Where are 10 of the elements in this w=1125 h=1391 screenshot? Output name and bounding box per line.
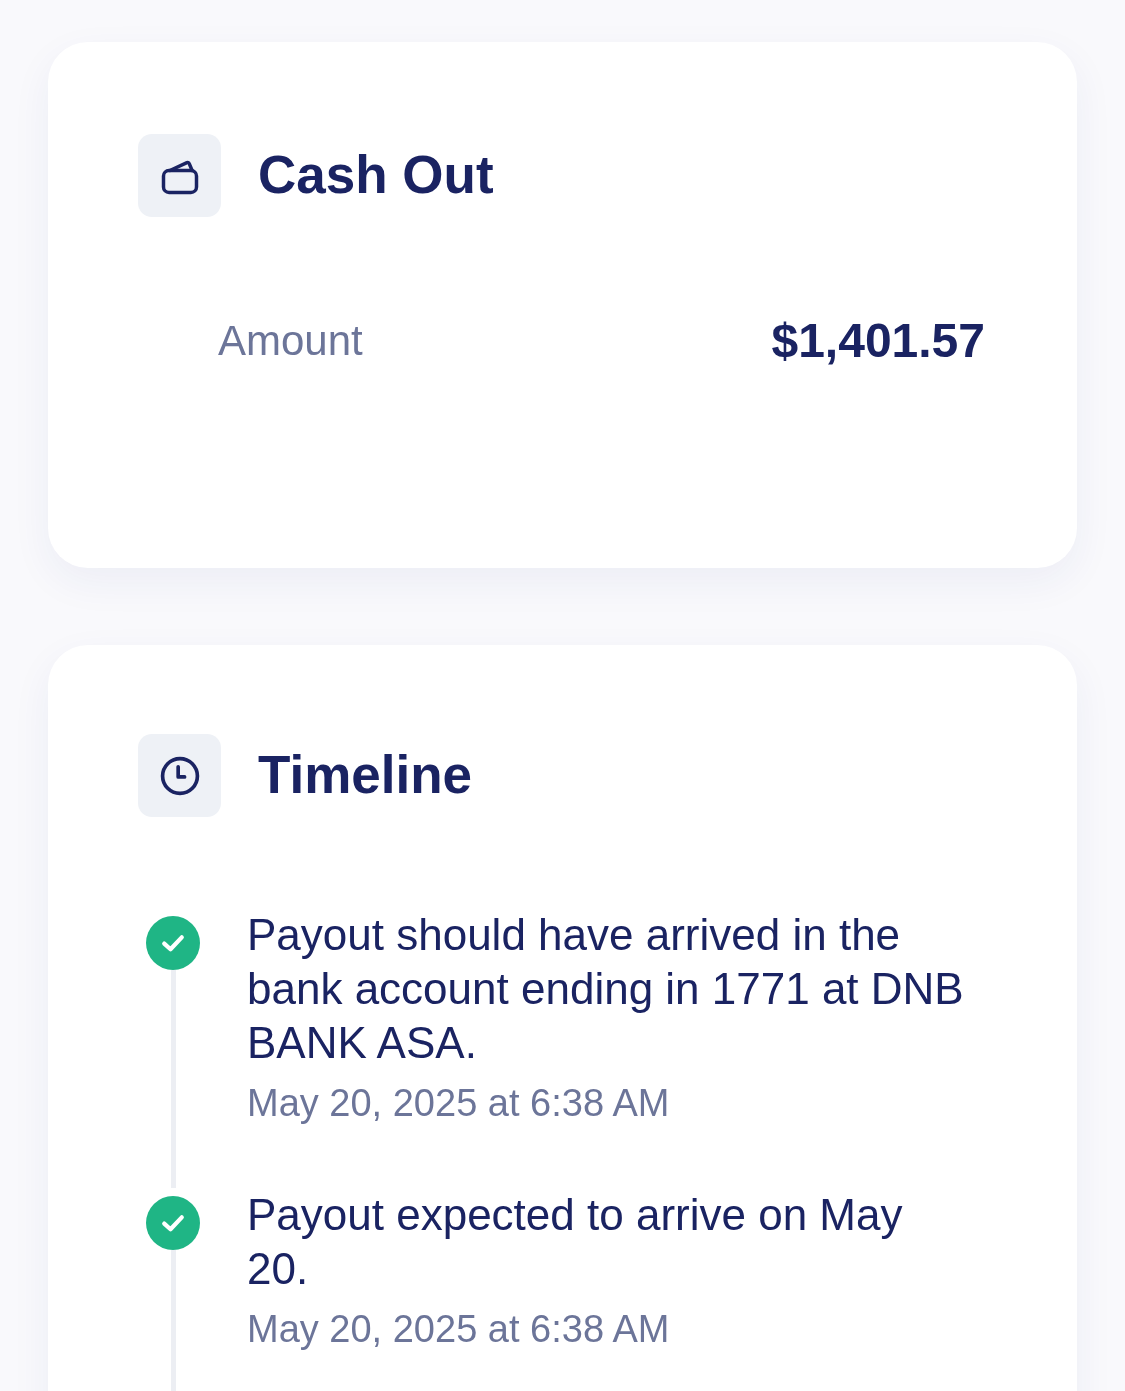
amount-label: Amount	[218, 316, 363, 366]
event-description: Payout should have arrived in the bank account ending in 1771 at DNB BANK ASA.	[247, 909, 965, 1069]
event-description: Payout expected to arrive on May 20.	[247, 1189, 904, 1295]
amount-value: $1,401.57	[771, 313, 985, 369]
wallet-icon	[138, 134, 221, 217]
card-title: Cash Out	[258, 146, 494, 205]
event-timestamp: May 20, 2025 at 6:38 AM	[247, 1081, 671, 1126]
event-timestamp: May 20, 2025 at 6:38 AM	[247, 1307, 671, 1352]
clock-icon	[138, 734, 221, 817]
card-title: Timeline	[258, 746, 473, 805]
